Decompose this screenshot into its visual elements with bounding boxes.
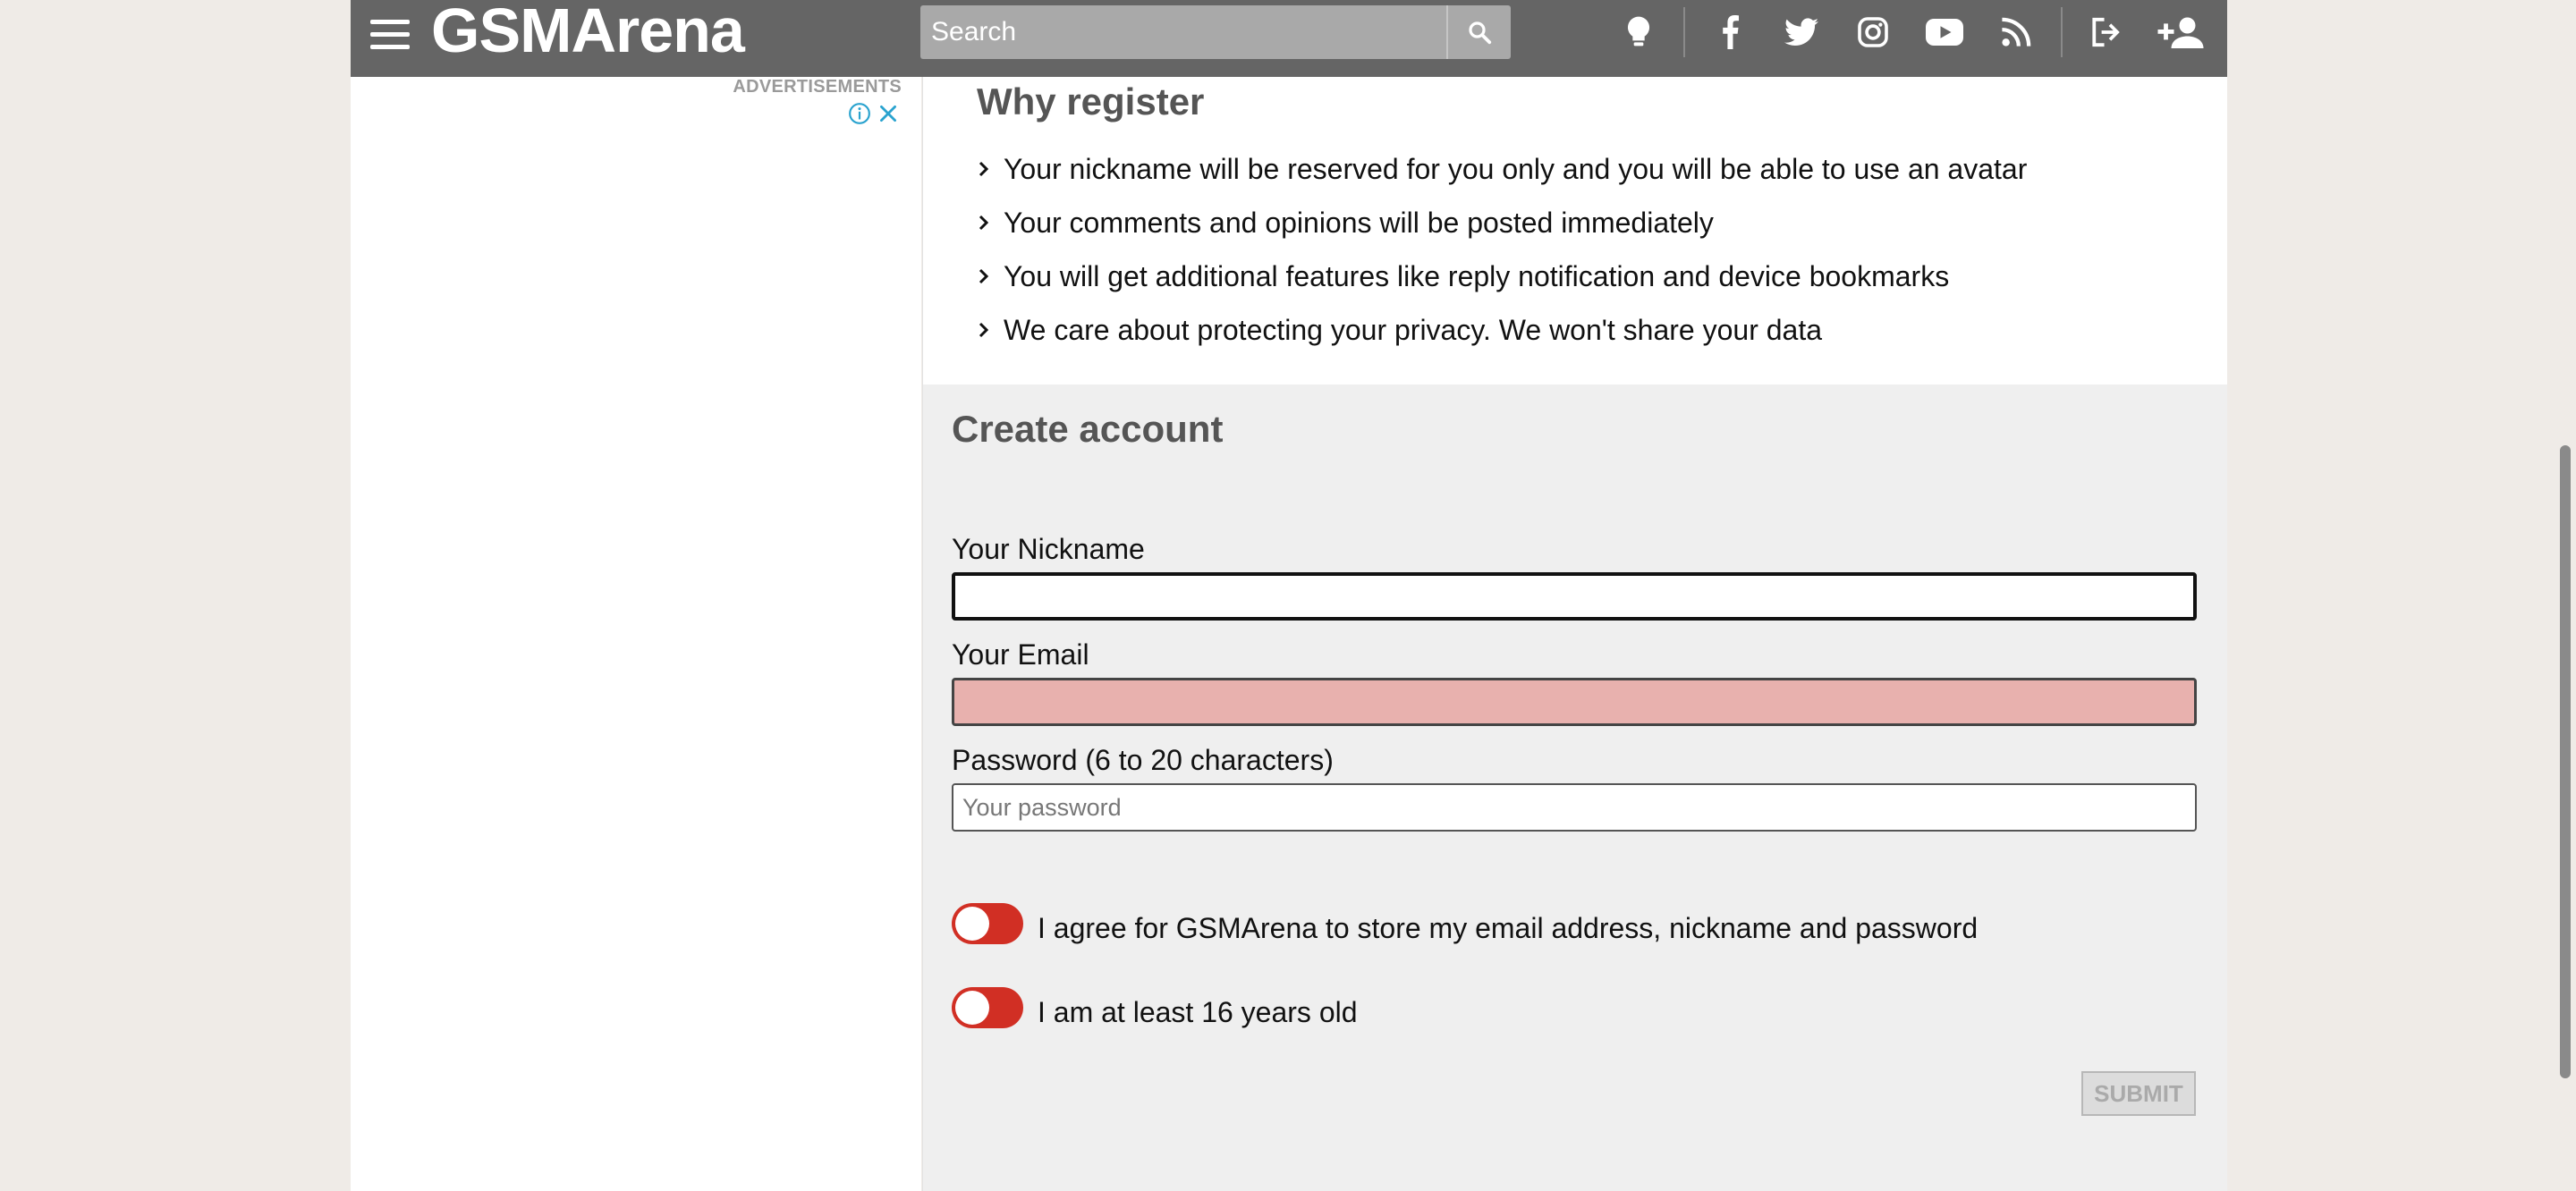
chevron-right-icon [979, 215, 989, 231]
instagram-icon[interactable] [1853, 13, 1893, 52]
search-button[interactable] [1446, 5, 1511, 59]
ad-info-icon[interactable] [848, 102, 871, 125]
chevron-right-icon [979, 268, 989, 284]
search-box [920, 5, 1511, 59]
facebook-icon[interactable] [1710, 13, 1750, 52]
ad-controls [848, 102, 900, 125]
password-input[interactable] [952, 783, 2197, 832]
list-item-text: Your comments and opinions will be poste… [1004, 207, 1714, 239]
why-register-title: Why register [977, 80, 1205, 122]
age-label: I am at least 16 years old [1038, 996, 1358, 1028]
twitter-icon[interactable] [1782, 13, 1821, 52]
search-icon [1469, 21, 1492, 45]
ad-label: ADVERTISEMENTS [733, 77, 902, 97]
divider [2061, 7, 2063, 57]
list-item: Your comments and opinions will be poste… [977, 202, 2027, 256]
age-toggle[interactable] [952, 987, 1023, 1028]
menu-icon[interactable] [370, 20, 410, 55]
why-register-list: Your nickname will be reserved for you o… [977, 148, 2027, 363]
main-content: Why register Your nickname will be reser… [922, 77, 2227, 1191]
list-item: Your nickname will be reserved for you o… [977, 148, 2027, 202]
chevron-right-icon [979, 322, 989, 338]
submit-button[interactable]: SUBMIT [2081, 1071, 2196, 1116]
bulb-icon[interactable] [1619, 13, 1658, 52]
advertisement-column: ADVERTISEMENTS [351, 77, 921, 1191]
add-user-icon[interactable] [2156, 13, 2206, 52]
divider [1683, 7, 1685, 57]
rss-icon[interactable] [1996, 13, 2036, 52]
create-account-title: Create account [952, 408, 1224, 450]
list-item: We care about protecting your privacy. W… [977, 309, 2027, 363]
agree-toggle[interactable] [952, 903, 1023, 944]
why-register-section: Why register Your nickname will be reser… [923, 77, 2227, 384]
email-input[interactable] [952, 678, 2197, 726]
scrollbar[interactable] [2555, 0, 2576, 1191]
ad-close-icon[interactable] [877, 102, 900, 125]
list-item-text: We care about protecting your privacy. W… [1004, 314, 1823, 346]
email-label: Your Email [952, 638, 1089, 671]
gsmarena-logo[interactable]: GSMArena [431, 0, 745, 66]
list-item: You will get additional features like re… [977, 256, 2027, 309]
login-icon[interactable] [2086, 13, 2125, 52]
search-input[interactable] [920, 5, 1450, 59]
chevron-right-icon [979, 161, 989, 177]
scrollbar-thumb[interactable] [2560, 445, 2571, 1078]
password-label: Password (6 to 20 characters) [952, 744, 1334, 776]
nickname-label: Your Nickname [952, 533, 1145, 565]
toggle-knob [955, 907, 989, 941]
nickname-input[interactable] [952, 572, 2197, 621]
list-item-text: Your nickname will be reserved for you o… [1004, 153, 2028, 185]
toggle-knob [955, 991, 989, 1025]
top-navbar: GSMArena [351, 0, 2227, 77]
youtube-icon[interactable] [1925, 13, 1964, 52]
list-item-text: You will get additional features like re… [1004, 260, 1950, 292]
agree-label: I agree for GSMArena to store my email a… [1038, 912, 1979, 944]
